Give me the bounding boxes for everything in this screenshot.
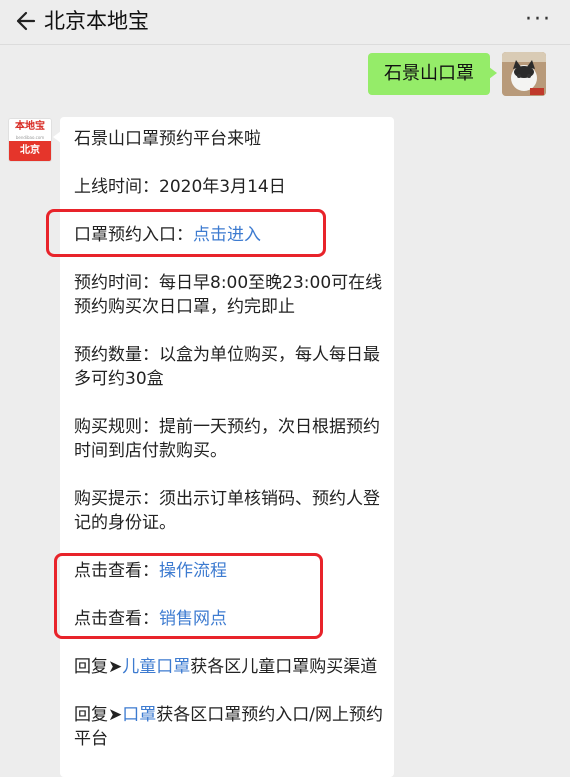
chat-header: 北京本地宝 ··· xyxy=(0,0,570,45)
user-avatar[interactable] xyxy=(502,52,546,96)
cat-photo-icon xyxy=(502,52,546,96)
bot-avatar-city: 北京 xyxy=(9,141,51,161)
bot-avatar-url: bendibao.com xyxy=(15,135,45,140)
message-line-buy-rule: 购买规则：提前一天预约，次日根据预约时间到店付款购买。 xyxy=(74,417,380,461)
bot-avatar[interactable]: 本地宝 bendibao.com 北京 xyxy=(8,118,52,162)
highlight-box-entry xyxy=(46,209,326,257)
reply-2-prefix: 回复➤ xyxy=(74,705,123,725)
child-mask-link[interactable]: 儿童口罩 xyxy=(122,657,190,677)
bot-avatar-logo: 本地宝 bendibao.com xyxy=(9,119,51,141)
more-dots-icon[interactable]: ··· xyxy=(525,9,552,31)
reply-1-suffix: 获各区儿童口罩购买渠道 xyxy=(190,657,378,677)
user-message-bubble[interactable]: 石景山口罩 xyxy=(368,53,497,95)
arrow-left-icon[interactable] xyxy=(8,6,38,36)
message-line-online-time: 上线时间：2020年3月14日 xyxy=(74,177,286,197)
message-line-reserve-time: 预约时间：每日早8:00至晚23:00可在线预约购买次日口罩，约完即止 xyxy=(74,273,383,317)
message-line-reply-mask: 回复➤口罩获各区口罩预约入口/网上预约平台 xyxy=(74,703,386,751)
message-line-buy-tip: 购买提示：须出示订单核销码、预约人登记的身份证。 xyxy=(74,489,380,533)
mask-link[interactable]: 口罩 xyxy=(122,705,156,725)
bot-avatar-logo-text: 本地宝 xyxy=(15,121,45,132)
message-line-reply-child: 回复➤儿童口罩获各区儿童口罩购买渠道 xyxy=(74,655,386,679)
message-line-reserve-qty: 预约数量：以盒为单位购买，每人每日最多可约30盒 xyxy=(74,345,380,389)
reply-1-prefix: 回复➤ xyxy=(74,657,123,677)
highlight-box-links xyxy=(54,553,323,639)
chat-title: 北京本地宝 xyxy=(44,9,149,33)
message-line-title: 石景山口罩预约平台来啦 xyxy=(74,129,261,149)
